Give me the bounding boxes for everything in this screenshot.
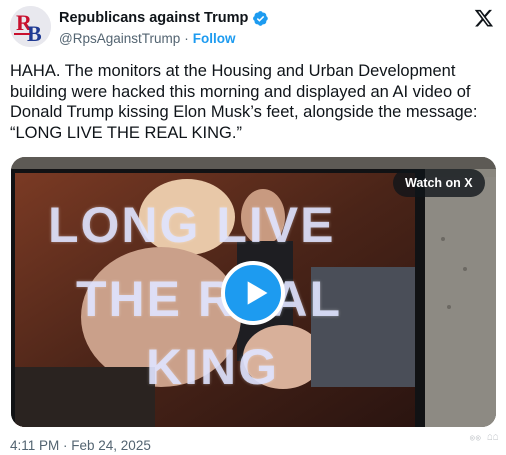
watermark: ◎◎ ☖☖ (469, 433, 499, 442)
author-avatar[interactable]: R B (10, 6, 51, 47)
separator-dot: · (184, 31, 189, 46)
author-display-name[interactable]: Republicans against Trump (59, 10, 248, 26)
play-icon (247, 281, 268, 305)
tweet-header: R B Republicans against Trump @RpsAgains… (10, 4, 496, 48)
tweet-text: HAHA. The monitors at the Housing and Ur… (10, 62, 478, 142)
author-handle[interactable]: @RpsAgainstTrump (59, 31, 180, 46)
play-button[interactable] (221, 261, 285, 325)
x-logo-icon[interactable] (474, 8, 494, 28)
watch-on-x-button[interactable]: Watch on X (393, 169, 485, 197)
author-info: Republicans against Trump @RpsAgainstTru… (59, 9, 269, 46)
tweet-timestamp[interactable]: 4:11 PM · Feb 24, 2025 (10, 438, 151, 453)
follow-button[interactable]: Follow (193, 31, 236, 46)
verified-badge-icon (253, 10, 269, 26)
